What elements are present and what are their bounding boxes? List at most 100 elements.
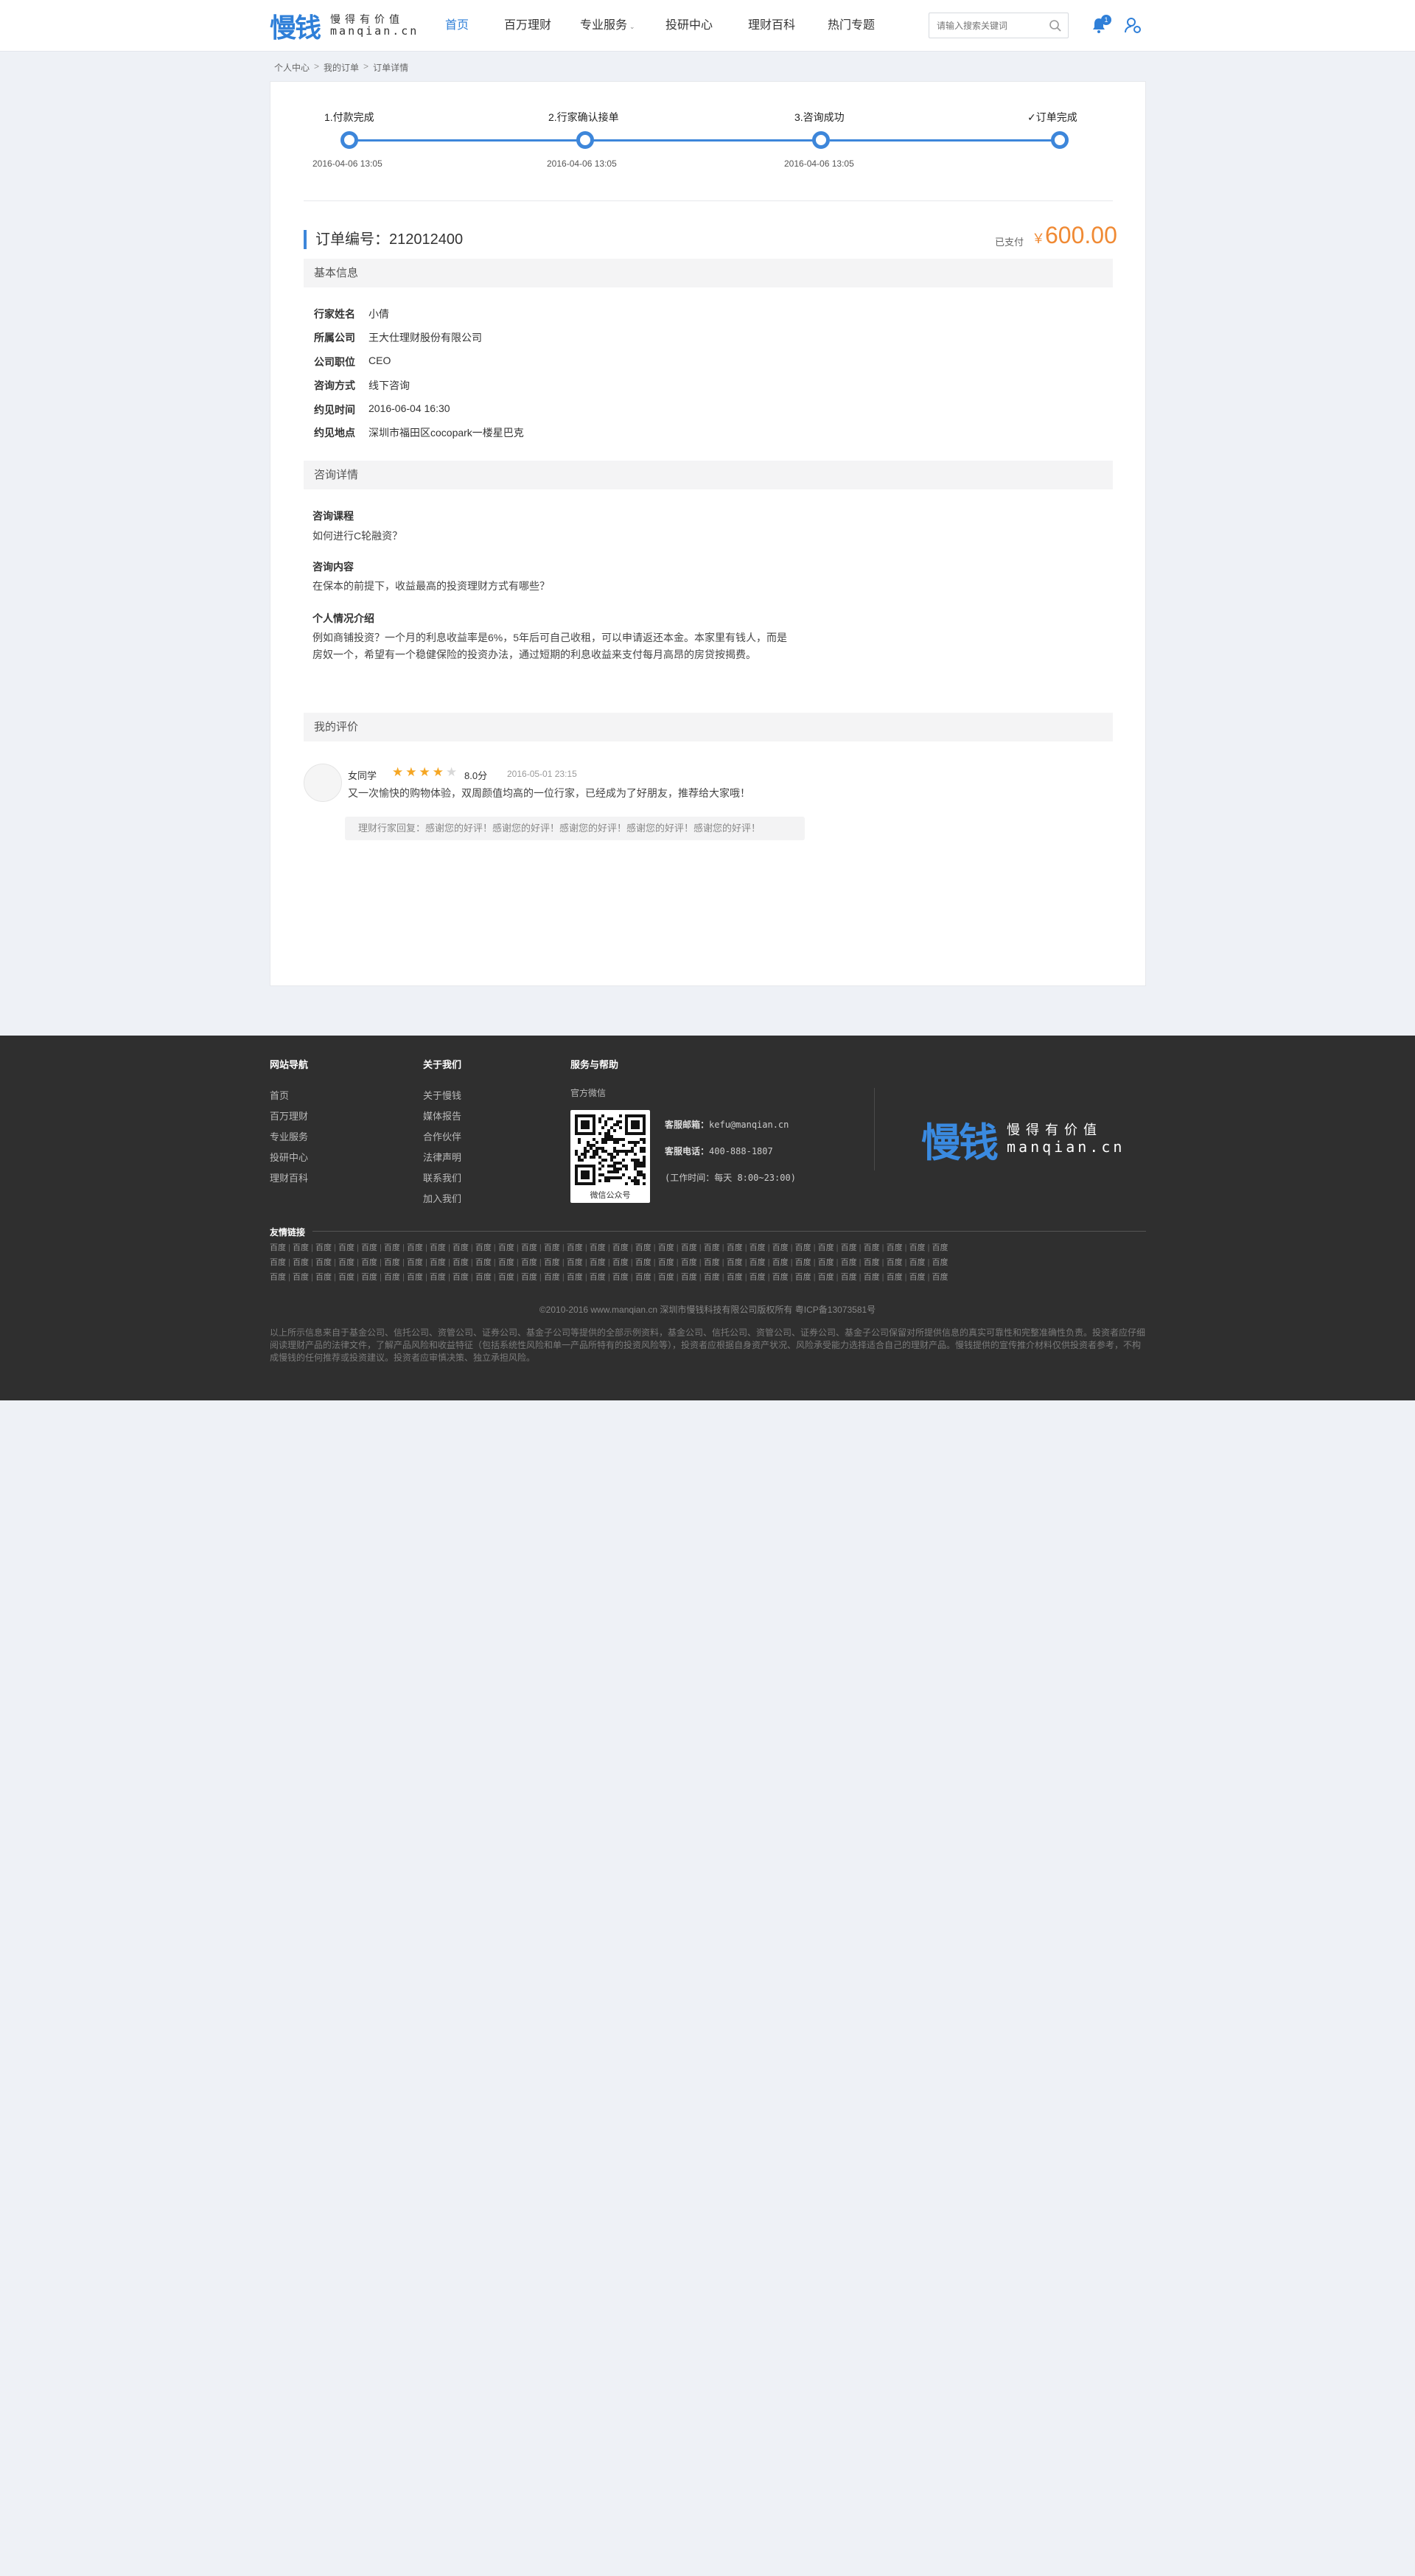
- friend-link[interactable]: 百度: [932, 1243, 948, 1252]
- friend-link[interactable]: 百度: [430, 1243, 446, 1252]
- nav-item-hot-topics[interactable]: 热门专题: [828, 0, 901, 52]
- friend-link[interactable]: 百度: [293, 1258, 309, 1267]
- friend-link[interactable]: 百度: [315, 1243, 332, 1252]
- friend-link[interactable]: 百度: [750, 1243, 766, 1252]
- friend-link[interactable]: 百度: [635, 1258, 651, 1267]
- notification-button[interactable]: 1: [1091, 15, 1111, 35]
- friend-link[interactable]: 百度: [727, 1273, 743, 1282]
- nav-item-research[interactable]: 投研中心: [665, 0, 748, 52]
- friend-link[interactable]: 百度: [498, 1243, 514, 1252]
- friend-link[interactable]: 百度: [590, 1258, 606, 1267]
- friend-link[interactable]: 百度: [407, 1273, 423, 1282]
- friend-link[interactable]: 百度: [681, 1258, 697, 1267]
- friend-link[interactable]: 百度: [361, 1273, 377, 1282]
- friend-link[interactable]: 百度: [293, 1243, 309, 1252]
- friend-link[interactable]: 百度: [407, 1243, 423, 1252]
- friend-link[interactable]: 百度: [430, 1273, 446, 1282]
- friend-link[interactable]: 百度: [544, 1273, 560, 1282]
- friend-link[interactable]: 百度: [361, 1258, 377, 1267]
- friend-link[interactable]: 百度: [635, 1243, 651, 1252]
- friend-link[interactable]: 百度: [498, 1273, 514, 1282]
- footer-link[interactable]: 首页: [270, 1088, 289, 1102]
- friend-link[interactable]: 百度: [841, 1273, 857, 1282]
- friend-link[interactable]: 百度: [384, 1243, 400, 1252]
- friend-link[interactable]: 百度: [909, 1243, 926, 1252]
- friend-link[interactable]: 百度: [567, 1258, 583, 1267]
- nav-item-pro-services[interactable]: 专业服务 ⌄: [580, 0, 665, 52]
- friend-link[interactable]: 百度: [384, 1273, 400, 1282]
- friend-link[interactable]: 百度: [818, 1243, 834, 1252]
- friend-link[interactable]: 百度: [270, 1243, 286, 1252]
- footer-link[interactable]: 专业服务: [270, 1129, 308, 1143]
- friend-link[interactable]: 百度: [704, 1273, 720, 1282]
- friend-link[interactable]: 百度: [841, 1243, 857, 1252]
- friend-link[interactable]: 百度: [270, 1258, 286, 1267]
- friend-link[interactable]: 百度: [750, 1273, 766, 1282]
- breadcrumb-my-orders[interactable]: 我的订单: [324, 61, 359, 74]
- friend-link[interactable]: 百度: [567, 1273, 583, 1282]
- friend-link[interactable]: 百度: [544, 1258, 560, 1267]
- friend-link[interactable]: 百度: [795, 1273, 811, 1282]
- friend-link[interactable]: 百度: [750, 1258, 766, 1267]
- friend-link[interactable]: 百度: [270, 1273, 286, 1282]
- friend-link[interactable]: 百度: [795, 1258, 811, 1267]
- friend-link[interactable]: 百度: [567, 1243, 583, 1252]
- friend-link[interactable]: 百度: [772, 1243, 789, 1252]
- friend-link[interactable]: 百度: [407, 1258, 423, 1267]
- friend-link[interactable]: 百度: [681, 1243, 697, 1252]
- friend-link[interactable]: 百度: [475, 1243, 492, 1252]
- friend-link[interactable]: 百度: [772, 1273, 789, 1282]
- search-input[interactable]: [929, 13, 1040, 38]
- friend-link[interactable]: 百度: [612, 1273, 629, 1282]
- friend-link[interactable]: 百度: [772, 1258, 789, 1267]
- friend-link[interactable]: 百度: [704, 1258, 720, 1267]
- footer-link[interactable]: 百万理财: [270, 1109, 308, 1123]
- search-icon[interactable]: [1049, 19, 1062, 32]
- friend-link[interactable]: 百度: [887, 1273, 903, 1282]
- friend-link[interactable]: 百度: [338, 1273, 354, 1282]
- friend-link[interactable]: 百度: [521, 1273, 537, 1282]
- friend-link[interactable]: 百度: [818, 1258, 834, 1267]
- friend-link[interactable]: 百度: [475, 1258, 492, 1267]
- friend-link[interactable]: 百度: [681, 1273, 697, 1282]
- footer-link[interactable]: 合作伙伴: [423, 1129, 461, 1143]
- friend-link[interactable]: 百度: [590, 1273, 606, 1282]
- friend-link[interactable]: 百度: [453, 1273, 469, 1282]
- friend-link[interactable]: 百度: [384, 1258, 400, 1267]
- user-account-button[interactable]: [1124, 16, 1142, 35]
- friend-link[interactable]: 百度: [635, 1273, 651, 1282]
- nav-item-home[interactable]: 首页: [445, 0, 504, 52]
- footer-link[interactable]: 理财百科: [270, 1170, 308, 1184]
- friend-link[interactable]: 百度: [909, 1258, 926, 1267]
- friend-link[interactable]: 百度: [841, 1258, 857, 1267]
- friend-link[interactable]: 百度: [658, 1243, 674, 1252]
- friend-link[interactable]: 百度: [453, 1258, 469, 1267]
- friend-link[interactable]: 百度: [544, 1243, 560, 1252]
- friend-link[interactable]: 百度: [727, 1258, 743, 1267]
- friend-link[interactable]: 百度: [612, 1258, 629, 1267]
- friend-link[interactable]: 百度: [521, 1243, 537, 1252]
- friend-link[interactable]: 百度: [430, 1258, 446, 1267]
- friend-link[interactable]: 百度: [864, 1243, 880, 1252]
- footer-link[interactable]: 关于慢钱: [423, 1088, 461, 1102]
- friend-link[interactable]: 百度: [498, 1258, 514, 1267]
- breadcrumb-user-center[interactable]: 个人中心: [274, 61, 310, 74]
- friend-link[interactable]: 百度: [932, 1258, 948, 1267]
- friend-link[interactable]: 百度: [361, 1243, 377, 1252]
- friend-link[interactable]: 百度: [795, 1243, 811, 1252]
- nav-item-finance-wiki[interactable]: 理财百科: [748, 0, 828, 52]
- friend-link[interactable]: 百度: [658, 1273, 674, 1282]
- friend-link[interactable]: 百度: [887, 1258, 903, 1267]
- friend-link[interactable]: 百度: [864, 1273, 880, 1282]
- friend-link[interactable]: 百度: [818, 1273, 834, 1282]
- friend-link[interactable]: 百度: [338, 1258, 354, 1267]
- friend-link[interactable]: 百度: [612, 1243, 629, 1252]
- footer-link[interactable]: 联系我们: [423, 1170, 461, 1184]
- friend-link[interactable]: 百度: [909, 1273, 926, 1282]
- friend-link[interactable]: 百度: [315, 1258, 332, 1267]
- footer-link[interactable]: 加入我们: [423, 1191, 461, 1205]
- friend-link[interactable]: 百度: [521, 1258, 537, 1267]
- friend-link[interactable]: 百度: [475, 1273, 492, 1282]
- friend-link[interactable]: 百度: [590, 1243, 606, 1252]
- friend-link[interactable]: 百度: [338, 1243, 354, 1252]
